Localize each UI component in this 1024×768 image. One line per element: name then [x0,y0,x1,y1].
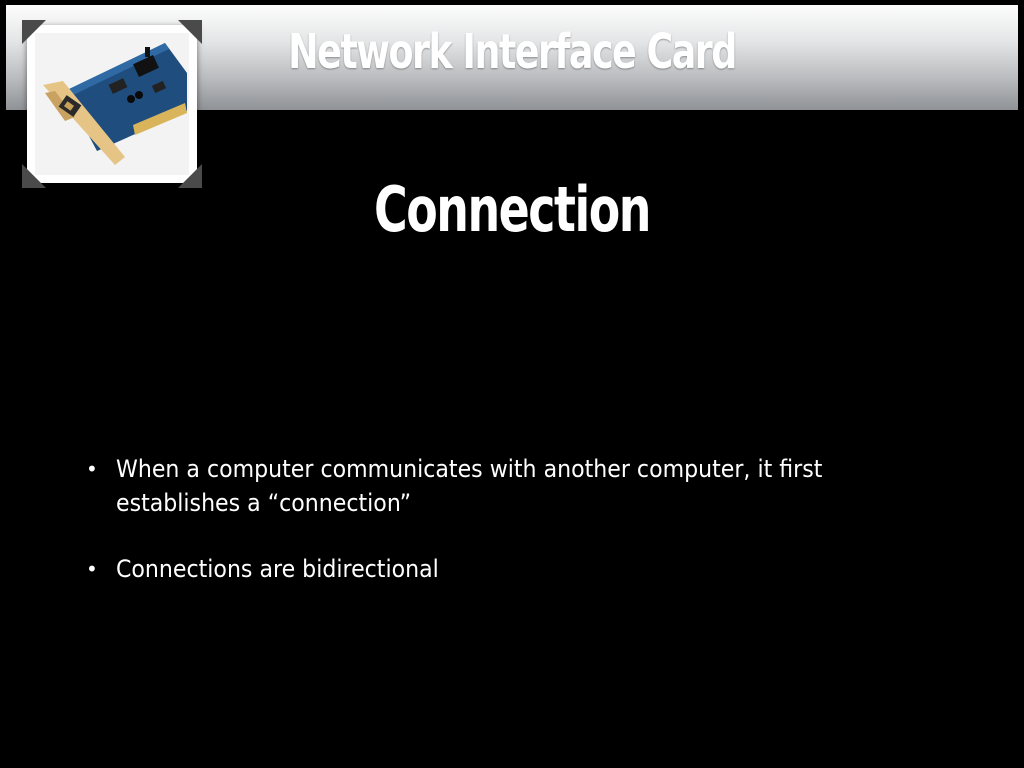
bullet-item: • When a computer communicates with anot… [86,452,946,520]
frame-corner [178,20,202,44]
network-card-photo-icon [35,33,189,175]
header-title: Network Interface Card [288,24,737,80]
bullet-dot: • [86,457,98,481]
slide: Network Interface Card Connection • When… [0,0,1024,768]
slide-title: Connection [374,173,651,246]
frame-corner [22,164,46,188]
bullet-dot: • [86,557,98,581]
frame-corner [22,20,46,44]
bullet-text: When a computer communicates with anothe… [116,455,823,517]
bullet-text: Connections are bidirectional [116,555,439,583]
nic-photo-frame [27,25,197,183]
bullet-list: • When a computer communicates with anot… [86,452,946,618]
bullet-item: • Connections are bidirectional [86,552,946,586]
